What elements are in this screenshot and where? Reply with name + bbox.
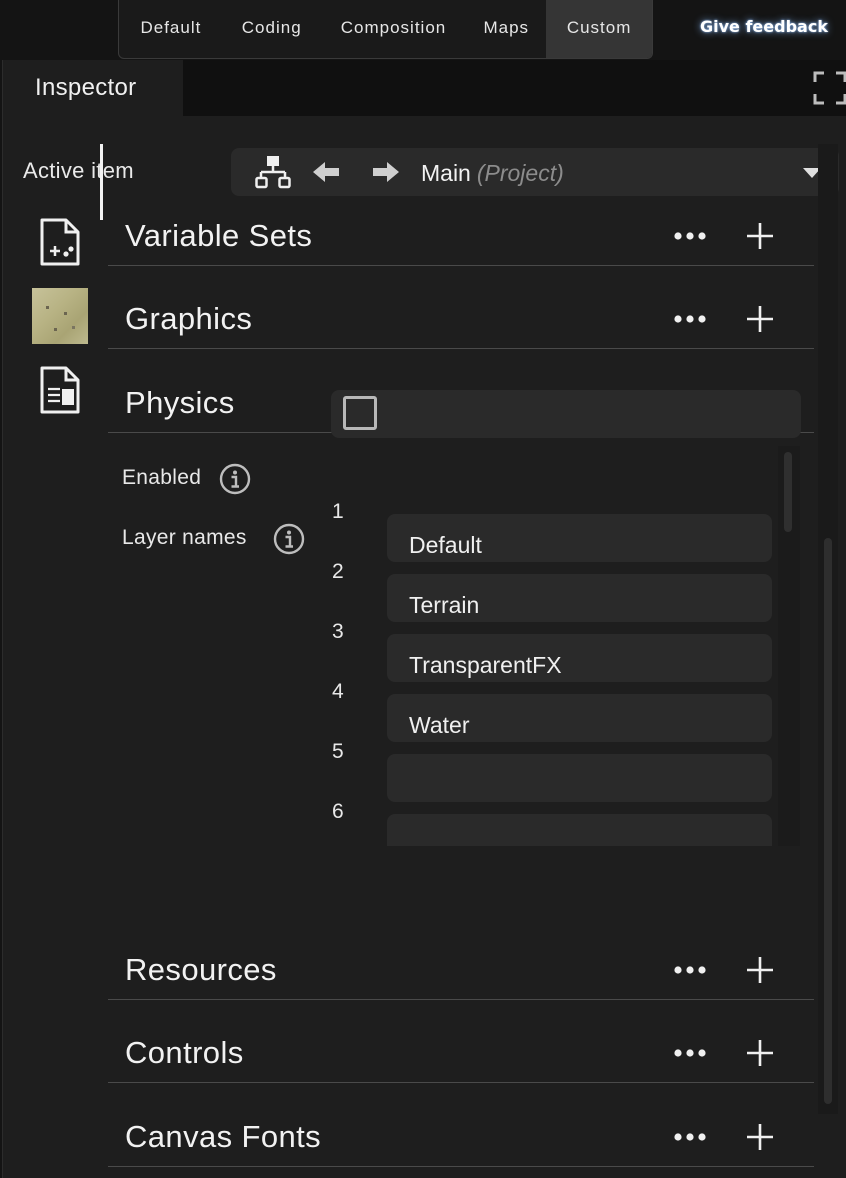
strip-item-variables[interactable] <box>30 212 90 272</box>
layer-number: 1 <box>332 500 344 523</box>
workspace-bar: Default Coding Composition Maps Custom G… <box>0 0 846 60</box>
strip-active-indicator <box>100 144 103 220</box>
maximize-icon[interactable] <box>813 71 846 105</box>
layer-number: 6 <box>332 800 344 823</box>
layer-name-input[interactable] <box>387 694 772 742</box>
section-title: Canvas Fonts <box>125 1119 322 1154</box>
arrow-left-icon[interactable] <box>313 160 339 184</box>
plus-icon[interactable] <box>744 303 776 335</box>
section-canvas-fonts[interactable]: Canvas Fonts <box>108 1107 814 1167</box>
document-icon <box>40 366 80 414</box>
layer-list-scroll-thumb[interactable] <box>784 452 792 532</box>
more-dots-icon[interactable] <box>668 1039 712 1067</box>
section-controls[interactable]: Controls <box>108 1023 814 1083</box>
section-title: Graphics <box>125 301 253 336</box>
section-title: Variable Sets <box>125 218 313 253</box>
arrow-right-icon[interactable] <box>373 160 399 184</box>
info-icon[interactable] <box>219 463 251 495</box>
layer-number: 3 <box>332 620 344 643</box>
give-feedback-button[interactable]: Give feedback <box>700 17 828 36</box>
more-dots-icon[interactable] <box>668 956 712 984</box>
plus-icon[interactable] <box>744 954 776 986</box>
layer-name-input[interactable] <box>387 514 772 562</box>
enabled-field <box>331 390 801 438</box>
inspector-scroll-thumb[interactable] <box>824 538 832 1104</box>
workspace-tab-default[interactable]: Default <box>119 0 223 58</box>
layer-number: 4 <box>332 680 344 703</box>
plus-icon[interactable] <box>744 1121 776 1153</box>
active-item-selector[interactable]: Main (Project) <box>231 148 839 196</box>
info-icon[interactable] <box>273 523 305 555</box>
list-item: 3 <box>320 620 780 682</box>
workspace-tabs: Default Coding Composition Maps Custom <box>118 0 653 59</box>
active-item-type: (Project) <box>476 160 564 186</box>
list-item: 4 <box>320 680 780 742</box>
active-item-name: Main (Project) <box>421 160 564 187</box>
enabled-checkbox[interactable] <box>343 396 377 430</box>
list-item: 6 <box>320 800 780 846</box>
layer-list-scrollbar[interactable] <box>778 446 800 846</box>
image-thumbnail <box>32 288 88 344</box>
layer-number: 2 <box>332 560 344 583</box>
layer-number: 5 <box>332 740 344 763</box>
hierarchy-icon[interactable] <box>255 154 291 190</box>
strip-item-document[interactable] <box>30 360 90 420</box>
workspace-tab-coding[interactable]: Coding <box>223 0 321 58</box>
workspace-tab-composition[interactable]: Composition <box>321 0 467 58</box>
plus-icon[interactable] <box>744 220 776 252</box>
section-graphics[interactable]: Graphics <box>108 289 814 349</box>
panel-header: Inspector <box>3 60 846 116</box>
more-dots-icon[interactable] <box>668 222 712 250</box>
tab-inspector[interactable]: Inspector <box>3 60 183 116</box>
plus-icon[interactable] <box>744 1037 776 1069</box>
active-item-label: Active item <box>23 158 134 183</box>
active-item-title: Main <box>421 160 471 186</box>
workspace-tab-maps[interactable]: Maps <box>466 0 546 58</box>
layer-names-label: Layer names <box>122 526 247 549</box>
enabled-label: Enabled <box>122 466 202 489</box>
workspace-tab-custom[interactable]: Custom <box>546 0 652 58</box>
more-dots-icon[interactable] <box>668 305 712 333</box>
list-item: 5 <box>320 740 780 802</box>
list-item: 1 <box>320 500 780 562</box>
section-title: Physics <box>125 385 235 420</box>
layer-name-input[interactable] <box>387 814 772 846</box>
layer-name-input[interactable] <box>387 754 772 802</box>
inspector-scrollbar[interactable] <box>818 144 838 1114</box>
layer-name-input[interactable] <box>387 574 772 622</box>
layer-names-list: 1 2 3 4 5 6 7 <box>320 448 800 846</box>
more-dots-icon[interactable] <box>668 1123 712 1151</box>
variable-sets-icon <box>40 218 80 266</box>
section-title: Controls <box>125 1035 244 1070</box>
strip-item-image[interactable] <box>30 286 90 346</box>
section-resources[interactable]: Resources <box>108 940 814 1000</box>
section-variable-sets[interactable]: Variable Sets <box>108 206 814 266</box>
section-title: Resources <box>125 952 277 987</box>
list-item: 2 <box>320 560 780 622</box>
active-item-row: Active item Main (Project) <box>3 146 846 198</box>
layer-name-input[interactable] <box>387 634 772 682</box>
